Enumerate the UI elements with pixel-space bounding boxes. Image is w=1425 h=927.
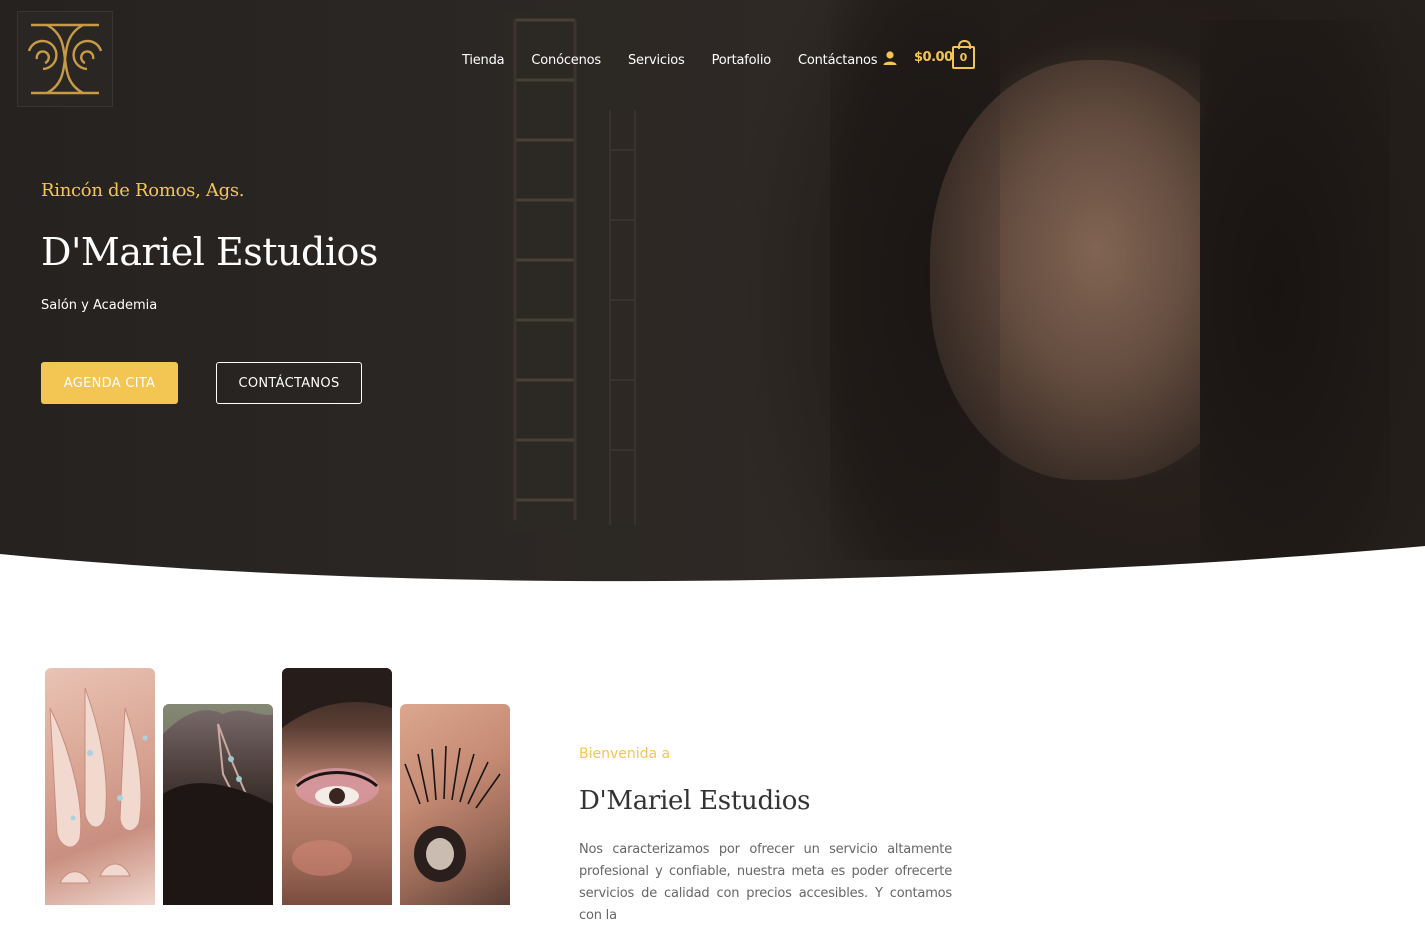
hero-wave-divider bbox=[0, 546, 1425, 582]
cart-total[interactable]: $0.00 bbox=[914, 50, 953, 65]
hero-section bbox=[0, 0, 1425, 582]
eyelash-extension-image bbox=[400, 704, 510, 905]
makeup-illustration bbox=[282, 668, 392, 876]
nav-item-contactanos[interactable]: Contáctanos bbox=[798, 53, 878, 68]
logo-mark-icon bbox=[27, 23, 103, 95]
hero-photo-hair-right bbox=[1200, 20, 1390, 560]
nav-item-portafolio[interactable]: Portafolio bbox=[712, 53, 772, 68]
nav-item-tienda[interactable]: Tienda bbox=[462, 53, 505, 68]
welcome-title: D'Mariel Estudios bbox=[579, 786, 811, 816]
welcome-body: Nos caracterizamos por ofrecer un servic… bbox=[579, 842, 952, 923]
user-icon[interactable] bbox=[882, 50, 898, 66]
contactanos-button[interactable]: CONTÁCTANOS bbox=[216, 362, 362, 404]
cart-count: 0 bbox=[959, 51, 968, 64]
agenda-cita-button[interactable]: AGENDA CITA bbox=[41, 362, 178, 404]
nails-illustration bbox=[49, 687, 148, 884]
hero-watermark-graphic bbox=[505, 10, 636, 530]
nails-image bbox=[45, 668, 155, 905]
main-nav: Tienda Conócenos Servicios Portafolio Co… bbox=[462, 50, 904, 70]
nav-item-conocenos[interactable]: Conócenos bbox=[531, 53, 601, 68]
welcome-kicker: Bienvenida a bbox=[579, 746, 671, 762]
hero-title: D'Mariel Estudios bbox=[41, 230, 378, 274]
hair-tiara-image bbox=[163, 704, 273, 905]
hero-location: Rincón de Romos, Ags. bbox=[41, 180, 245, 201]
tiara-illustration bbox=[163, 704, 273, 905]
cart-bag-icon[interactable]: 0 bbox=[952, 40, 975, 69]
eyelash-illustration bbox=[404, 745, 501, 882]
makeup-eye-image bbox=[282, 668, 392, 905]
hero-subtitle: Salón y Academia bbox=[41, 298, 158, 313]
nav-item-servicios[interactable]: Servicios bbox=[628, 53, 685, 68]
dmariel-logo[interactable] bbox=[17, 11, 113, 107]
